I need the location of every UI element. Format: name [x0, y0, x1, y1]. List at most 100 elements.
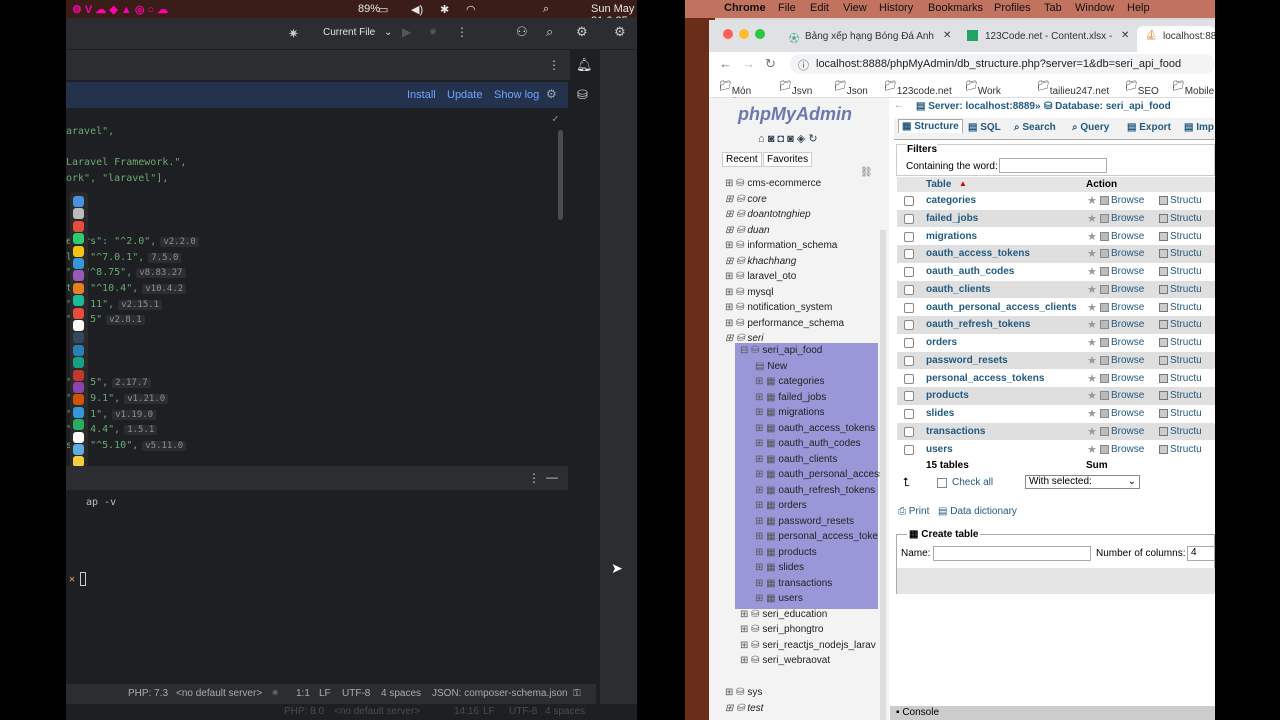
tree-node[interactable]: ⊞ ▦ categories — [755, 376, 825, 387]
tree-node[interactable]: ▤ New — [755, 361, 787, 372]
tab-search[interactable]: ⌕ Search — [1014, 122, 1056, 133]
tree-expander-icon[interactable]: ⊞ ⛁ — [725, 178, 747, 189]
tree-node[interactable]: ⊞ ⛁ seri_phongtro — [740, 624, 823, 635]
browse-link[interactable]: Browse — [1111, 302, 1144, 313]
tree-label[interactable]: seri_education — [762, 609, 827, 620]
table-name-link[interactable]: oauth_access_tokens — [926, 248, 1030, 259]
structure-icon[interactable] — [1159, 426, 1168, 436]
recent-tab[interactable]: Recent — [722, 152, 762, 167]
encoding[interactable]: UTF-8 — [342, 688, 370, 699]
site-info-icon[interactable]: ⓘ — [798, 57, 809, 73]
dock-app-icon[interactable] — [73, 344, 84, 356]
tree-expander-icon[interactable]: ⊞ ▦ — [755, 469, 778, 480]
tree-expander-icon[interactable]: ⊞ ⛁ — [725, 271, 747, 282]
tabs-more-icon[interactable]: ⋮ — [548, 58, 560, 72]
tree-node[interactable]: ⊞ ⛁ test — [725, 703, 763, 714]
tree-label[interactable]: slides — [778, 562, 804, 573]
chevron-down-icon[interactable]: ⌄ — [384, 27, 392, 38]
col-table[interactable]: Table — [926, 179, 951, 190]
maximize-window-button[interactable] — [755, 29, 765, 39]
bookmark-seo[interactable]: 📁︎ SEO — [1125, 81, 1159, 97]
tree-expander-icon[interactable]: ⊞ ⛁ — [725, 209, 747, 220]
favorite-star-icon[interactable]: ★ — [1087, 389, 1097, 402]
dock-app-icon[interactable] — [73, 394, 84, 406]
run-config-select[interactable]: Current File — [323, 27, 375, 38]
tree-node[interactable]: ⊞ ▦ oauth_clients — [755, 454, 837, 465]
tree-node[interactable]: ⊞ ▦ oauth_personal_access — [755, 469, 884, 480]
tree-label[interactable]: sys — [747, 687, 762, 698]
menu-history[interactable]: History — [879, 2, 913, 14]
bookmark-json[interactable]: 📁︎ Json — [834, 81, 868, 97]
structure-link[interactable]: Structu — [1170, 373, 1202, 384]
crumb-db[interactable]: ⛁ Database: seri_api_food — [1044, 101, 1171, 112]
row-checkbox[interactable] — [904, 302, 914, 313]
tree-node[interactable]: ⊞ ⛁ doantotnghiep — [725, 209, 811, 220]
dock-app-icon[interactable] — [73, 382, 84, 393]
tree-expander-icon[interactable]: ⊞ ▦ — [755, 423, 778, 434]
table-name-link[interactable]: transactions — [926, 426, 985, 437]
json-schema[interactable]: JSON: composer-schema.json — [432, 688, 568, 699]
bookmark-jsvn[interactable]: 📁︎ Jsvn — [779, 81, 812, 97]
tree-expander-icon[interactable]: ⊞ ⛁ — [725, 703, 747, 714]
browse-icon[interactable] — [1100, 373, 1109, 383]
back-icon[interactable]: ← — [719, 56, 732, 71]
favorite-star-icon[interactable]: ★ — [1087, 283, 1097, 296]
row-checkbox[interactable] — [904, 373, 914, 384]
dock-app-icon[interactable] — [73, 419, 84, 431]
dock-app-icon[interactable] — [73, 282, 84, 294]
structure-icon[interactable] — [1159, 284, 1168, 294]
structure-icon[interactable] — [1159, 213, 1168, 223]
browse-link[interactable]: Browse — [1111, 213, 1144, 224]
add-user-icon[interactable]: ⚇ — [516, 24, 528, 40]
tree-expander-icon[interactable]: ⊞ ▦ — [755, 593, 778, 604]
structure-link[interactable]: Structu — [1170, 248, 1202, 259]
tab-football[interactable]: ⚽︎ Bảng xếp hạng Bóng Đá Anh - G ✕ — [785, 26, 959, 52]
row-checkbox[interactable] — [904, 284, 914, 295]
check-all-link[interactable]: Check all — [952, 477, 993, 488]
run-icon[interactable]: ▶ — [402, 25, 411, 39]
dock-app-icon[interactable] — [73, 270, 84, 282]
tab-localhost-active[interactable]: ⛵︎ localhost:88 — [1137, 26, 1215, 52]
tree-label[interactable]: seri_api_food — [762, 345, 822, 356]
check-all-checkbox[interactable] — [937, 478, 947, 488]
row-checkbox[interactable] — [904, 391, 914, 402]
minimize-window-button[interactable] — [739, 29, 749, 39]
structure-link[interactable]: Structu — [1170, 266, 1202, 277]
tree-expander-icon[interactable]: ⊞ ⛁ — [725, 287, 747, 298]
tree-label[interactable]: seri_reactjs_nodejs_larav — [762, 640, 875, 651]
php-version[interactable]: PHP: 7.3 — [128, 688, 168, 699]
tree-label[interactable]: laravel_oto — [747, 271, 796, 282]
nav-home-icons[interactable]: ⌂ ◙ ◘ ◙ ◈ ↻ — [758, 132, 818, 145]
row-checkbox[interactable] — [904, 444, 914, 455]
tree-node[interactable]: ⊞ ⛁ khachhang — [725, 256, 796, 267]
dock-app-icon[interactable] — [73, 357, 84, 369]
dock-app-icon[interactable] — [73, 369, 84, 381]
row-checkbox[interactable] — [904, 338, 914, 348]
tree-expander-icon[interactable]: ⊞ ▦ — [755, 547, 778, 558]
browse-icon[interactable] — [1100, 213, 1109, 223]
browse-icon[interactable] — [1100, 231, 1109, 241]
minimize-icon[interactable]: — — [546, 470, 558, 484]
tree-expander-icon[interactable]: ⊞ ▦ — [755, 485, 778, 496]
row-checkbox[interactable] — [904, 249, 914, 260]
tree-label[interactable]: products — [778, 547, 816, 558]
tree-expander-icon[interactable]: ⊞ ⛁ — [740, 640, 762, 651]
dock-app-icon[interactable] — [73, 444, 84, 455]
row-checkbox[interactable] — [904, 231, 914, 242]
favorite-star-icon[interactable]: ★ — [1087, 318, 1097, 331]
browse-link[interactable]: Browse — [1111, 248, 1144, 259]
tree-expander-icon[interactable]: ⊞ ▦ — [755, 531, 778, 542]
data-dictionary-link[interactable]: ▤ Data dictionary — [938, 506, 1017, 517]
favorite-star-icon[interactable]: ★ — [1087, 247, 1097, 260]
browse-link[interactable]: Browse — [1111, 426, 1144, 437]
bluetooth-icon[interactable]: ✱ — [440, 3, 449, 16]
tree-node[interactable]: ⊞ ⛁ laravel_oto — [725, 271, 796, 282]
tree-expander-icon[interactable]: ⊞ ⛁ — [740, 609, 762, 620]
tree-expander-icon[interactable]: ⊞ ⛁ — [725, 318, 747, 329]
structure-icon[interactable] — [1159, 320, 1168, 330]
menu-bookmarks[interactable]: Bookmarks — [928, 2, 983, 14]
browse-icon[interactable] — [1100, 320, 1109, 330]
tree-expander-icon[interactable]: ⊞ ⛁ — [725, 333, 747, 344]
dock-app-icon[interactable] — [73, 258, 84, 269]
tree-label[interactable]: failed_jobs — [778, 392, 826, 403]
